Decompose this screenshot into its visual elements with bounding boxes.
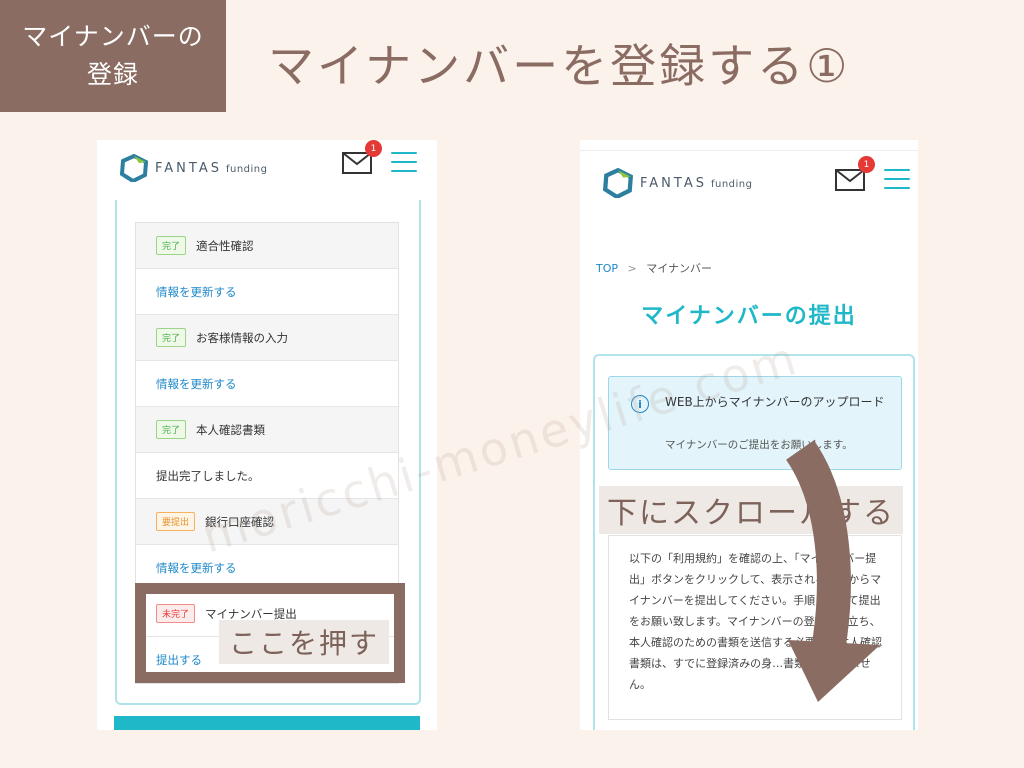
list-item-customer-info: 完了 お客様情報の入力 [136, 315, 398, 361]
update-info-link[interactable]: 情報を更新する [156, 376, 237, 392]
annotation-press-here: ここを押す [219, 620, 390, 664]
hamburger-menu-icon[interactable] [884, 169, 910, 191]
hamburger-menu-icon[interactable] [391, 152, 417, 174]
breadcrumb-top-link[interactable]: TOP [596, 262, 618, 275]
list-item-identity-docs: 完了 本人確認書類 [136, 407, 398, 453]
mynumber-page-heading: マイナンバーの提出 [641, 304, 857, 329]
list-item-update-link: 情報を更新する [136, 361, 398, 407]
section-tag-line2: 登録 [86, 60, 139, 89]
breadcrumb-separator: > [627, 262, 637, 275]
item-label: 本人確認書類 [196, 422, 266, 437]
logo-text: FANTAS funding [640, 175, 753, 191]
item-label: お客様情報の入力 [196, 330, 289, 345]
section-tag: マイナンバーの 登録 [0, 0, 226, 112]
status-badge: 完了 [156, 236, 187, 255]
item-label: 適合性確認 [196, 238, 254, 253]
site-header: FANTAS funding 1 [97, 140, 437, 190]
fantas-logo-icon [119, 154, 149, 182]
logo-text: FANTAS funding [155, 160, 268, 176]
fantas-logo[interactable]: FANTAS funding [602, 168, 753, 198]
breadcrumb: TOP > マイナンバー [596, 260, 712, 276]
breadcrumb-current: マイナンバー [646, 262, 713, 275]
update-info-link[interactable]: 情報を更新する [156, 560, 237, 576]
site-header: FANTAS funding 1 [580, 152, 918, 212]
list-item-suitability: 完了 適合性確認 [136, 223, 398, 269]
fantas-logo[interactable]: FANTAS funding [119, 154, 268, 182]
fantas-logo-icon [602, 168, 634, 198]
list-item-update-link: 情報を更新する [136, 269, 398, 315]
status-badge: 要提出 [156, 512, 196, 531]
status-badge: 完了 [156, 328, 187, 347]
notification-badge: 1 [365, 140, 382, 157]
section-tag-line1: マイナンバーの [22, 22, 204, 51]
scroll-down-arrow-icon [785, 440, 880, 702]
submitted-text: 提出完了しました。 [156, 468, 260, 483]
page-title: マイナンバーを登録する① [268, 39, 851, 93]
bottom-action-bar[interactable] [114, 716, 420, 730]
mail-icon[interactable] [835, 169, 865, 191]
status-badge: 完了 [156, 420, 187, 439]
notification-badge: 1 [858, 156, 875, 173]
update-info-link[interactable]: 情報を更新する [156, 284, 237, 300]
